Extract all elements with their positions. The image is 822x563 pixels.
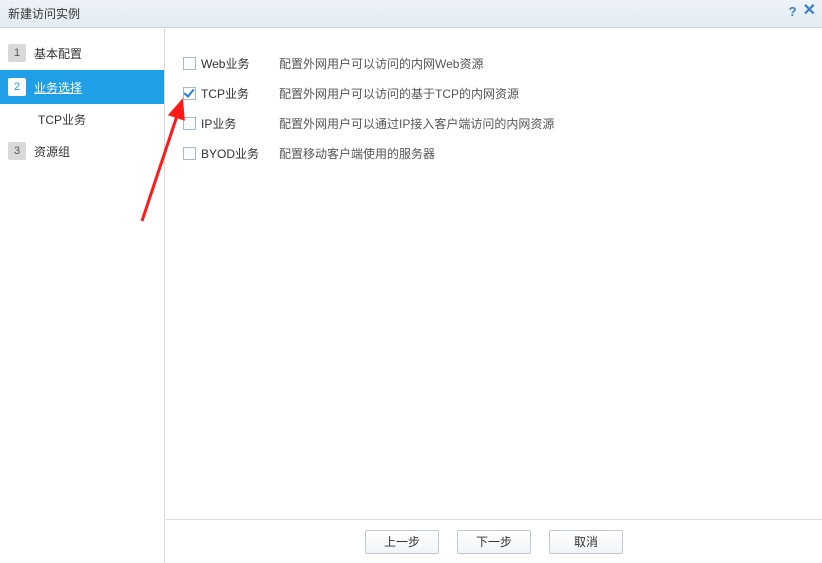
titlebar-actions: ? ✕ — [789, 4, 816, 19]
step-label: 资源组 — [34, 143, 70, 160]
step-service-select[interactable]: 2 业务选择 — [0, 70, 164, 104]
window-title: 新建访问实例 — [8, 5, 80, 22]
checkbox-ip[interactable]: IP业务 — [183, 115, 269, 132]
service-row-web: Web业务 配置外网用户可以访问的内网Web资源 — [183, 48, 822, 78]
help-icon[interactable]: ? — [789, 4, 797, 19]
step-label: 基本配置 — [34, 45, 82, 62]
checkbox-icon — [183, 57, 196, 70]
substep-tcp[interactable]: TCP业务 — [0, 104, 164, 134]
service-desc: 配置移动客户端使用的服务器 — [269, 145, 435, 162]
checkbox-icon — [183, 147, 196, 160]
checkbox-icon — [183, 87, 196, 100]
footer-bar: 上一步 下一步 取消 — [166, 519, 822, 563]
checkbox-text: TCP业务 — [201, 85, 249, 102]
step-resource-group[interactable]: 3 资源组 — [0, 134, 164, 168]
substep-label: TCP业务 — [38, 111, 86, 128]
service-row-tcp: TCP业务 配置外网用户可以访问的基于TCP的内网资源 — [183, 78, 822, 108]
cancel-button[interactable]: 取消 — [549, 530, 623, 554]
step-number: 1 — [8, 44, 26, 62]
titlebar: 新建访问实例 ? ✕ — [0, 0, 822, 28]
dialog-body: 1 基本配置 2 业务选择 TCP业务 3 资源组 Web业务 配置外网用户可以… — [0, 28, 822, 563]
service-row-ip: IP业务 配置外网用户可以通过IP接入客户端访问的内网资源 — [183, 108, 822, 138]
checkbox-text: BYOD业务 — [201, 145, 259, 162]
content-area: Web业务 配置外网用户可以访问的内网Web资源 TCP业务 配置外网用户可以访… — [165, 28, 822, 563]
checkbox-tcp[interactable]: TCP业务 — [183, 85, 269, 102]
service-row-byod: BYOD业务 配置移动客户端使用的服务器 — [183, 138, 822, 168]
service-desc: 配置外网用户可以访问的基于TCP的内网资源 — [269, 85, 519, 102]
step-basic-config[interactable]: 1 基本配置 — [0, 36, 164, 70]
checkbox-text: IP业务 — [201, 115, 236, 132]
checkbox-byod[interactable]: BYOD业务 — [183, 145, 269, 162]
service-desc: 配置外网用户可以访问的内网Web资源 — [269, 55, 483, 72]
step-number: 3 — [8, 142, 26, 160]
checkbox-web[interactable]: Web业务 — [183, 55, 269, 72]
wizard-sidebar: 1 基本配置 2 业务选择 TCP业务 3 资源组 — [0, 28, 165, 563]
close-icon[interactable]: ✕ — [803, 4, 816, 19]
prev-button[interactable]: 上一步 — [365, 530, 439, 554]
step-label: 业务选择 — [34, 79, 82, 96]
next-button[interactable]: 下一步 — [457, 530, 531, 554]
checkbox-icon — [183, 117, 196, 130]
service-list: Web业务 配置外网用户可以访问的内网Web资源 TCP业务 配置外网用户可以访… — [165, 28, 822, 168]
step-number: 2 — [8, 78, 26, 96]
checkbox-text: Web业务 — [201, 55, 249, 72]
service-desc: 配置外网用户可以通过IP接入客户端访问的内网资源 — [269, 115, 554, 132]
